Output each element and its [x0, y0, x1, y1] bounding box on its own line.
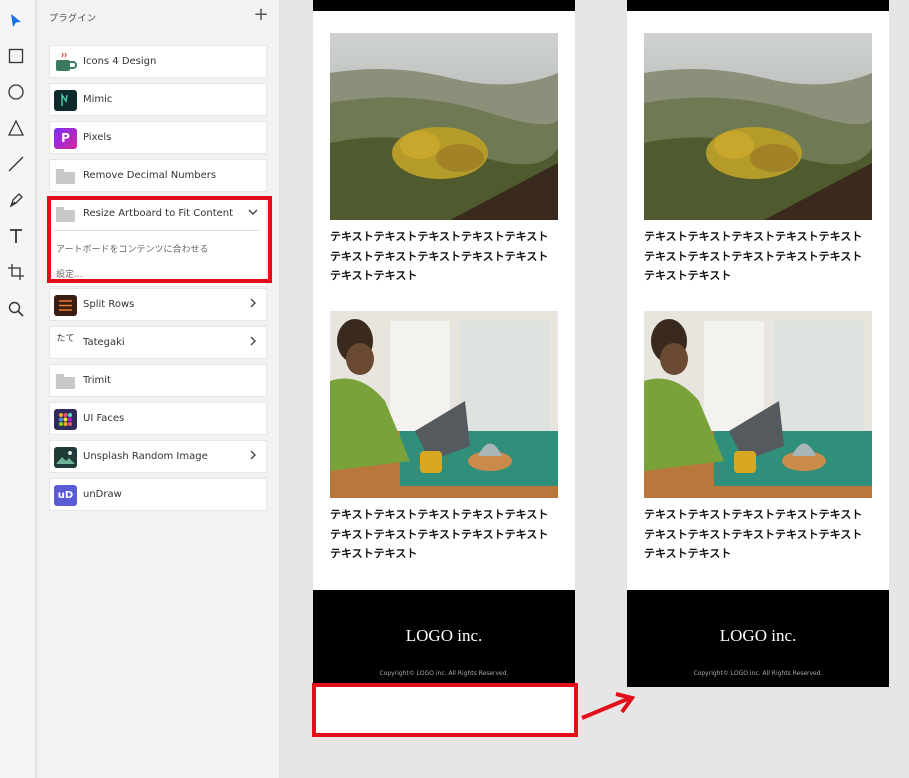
caption-text: テキストテキストテキストテキストテキストテキストテキストテキストテキストテキスト…: [330, 508, 549, 560]
header-bar: [313, 0, 575, 11]
text-icon[interactable]: [4, 224, 28, 248]
woman-laptop-photo: [644, 311, 872, 498]
plugin-ui-faces[interactable]: UI Faces: [49, 402, 267, 435]
arrow-icon: [581, 692, 636, 720]
plugin-mimic[interactable]: Mimic: [49, 83, 267, 116]
empty-area-highlight-box: [312, 683, 578, 737]
unsplash-icon: [54, 447, 77, 468]
settings-link[interactable]: 設定...: [56, 267, 83, 280]
line-icon[interactable]: [4, 152, 28, 176]
caption-text: テキストテキストテキストテキストテキストテキストテキストテキストテキストテキスト…: [644, 508, 863, 560]
plugin-name: Remove Decimal Numbers: [83, 170, 217, 181]
footer-logo: LOGO inc.: [405, 626, 483, 645]
plugin-unsplash-random-image[interactable]: Unsplash Random Image: [49, 440, 267, 473]
plugin-name: Mimic: [83, 94, 113, 105]
footer: LOGO inc. Copyright© LOGO inc. All Right…: [313, 590, 575, 687]
plugin-split-rows[interactable]: Split Rows: [49, 288, 267, 321]
artboard-after[interactable]: テキストテキストテキストテキストテキストテキストテキストテキストテキストテキスト…: [627, 0, 889, 687]
pixels-icon: P: [54, 128, 77, 149]
header-bar: [627, 0, 889, 11]
plugin-icons-4-design[interactable]: Icons 4 Design: [49, 45, 267, 78]
caption-text: テキストテキストテキストテキストテキストテキストテキストテキストテキストテキスト…: [644, 230, 863, 282]
plugin-trimit[interactable]: Trimit: [49, 364, 267, 397]
polygon-icon[interactable]: [4, 116, 28, 140]
chevron-right-icon[interactable]: [248, 297, 258, 311]
chevron-right-icon[interactable]: [248, 335, 258, 349]
plugin-remove-decimal-numbers[interactable]: Remove Decimal Numbers: [49, 159, 267, 192]
tool-bar: [0, 0, 36, 778]
select-icon[interactable]: [4, 9, 28, 33]
plugin-tategaki[interactable]: たて Tategaki: [49, 326, 267, 359]
plugin-name: Icons 4 Design: [83, 56, 157, 67]
artboard-icon[interactable]: [4, 260, 28, 284]
copyright-text: Copyright© LOGO inc. All Rights Reserved…: [693, 670, 823, 677]
plugin-resize-artboard[interactable]: Resize Artboard to Fit Content アートボードをコン…: [49, 197, 267, 287]
chevron-right-icon[interactable]: [248, 449, 258, 463]
mimic-icon: [54, 90, 77, 111]
add-plugin-button[interactable]: +: [253, 6, 269, 24]
footer: LOGO inc. Copyright© LOGO inc. All Right…: [627, 590, 889, 687]
plugin-name: Unsplash Random Image: [83, 451, 208, 462]
chevron-down-icon[interactable]: [248, 206, 258, 220]
footer-logo: LOGO inc.: [719, 626, 797, 645]
plugin-name: unDraw: [83, 489, 122, 500]
artboard-before[interactable]: テキストテキストテキストテキストテキストテキストテキストテキストテキストテキスト…: [313, 0, 575, 687]
divider: [54, 230, 260, 231]
plugin-name: Pixels: [83, 132, 112, 143]
undraw-icon: uD: [54, 485, 77, 506]
folder-icon: [54, 166, 77, 187]
rectangle-icon[interactable]: [4, 44, 28, 68]
plugin-pixels[interactable]: P Pixels: [49, 121, 267, 154]
panel-title: プラグイン: [49, 14, 97, 24]
plugin-undraw[interactable]: uD unDraw: [49, 478, 267, 511]
plugin-name: Split Rows: [83, 299, 135, 310]
copyright-text: Copyright© LOGO inc. All Rights Reserved…: [379, 670, 509, 677]
plugin-name: UI Faces: [83, 413, 125, 424]
landscape-photo: [644, 33, 872, 220]
ellipse-icon[interactable]: [4, 80, 28, 104]
folder-icon: [54, 204, 77, 225]
plugin-name: Tategaki: [83, 337, 125, 348]
coffee-cup-icon: [54, 52, 77, 73]
folder-icon: [54, 371, 77, 392]
woman-laptop-photo: [330, 311, 558, 498]
plugin-name: Trimit: [83, 375, 111, 386]
zoom-icon[interactable]: [4, 297, 28, 321]
pen-icon[interactable]: [4, 188, 28, 212]
landscape-photo: [330, 33, 558, 220]
plugins-panel: プラグイン + Icons 4 Design Mimic P Pixels Re…: [37, 0, 280, 778]
plugin-name: Resize Artboard to Fit Content: [83, 208, 234, 219]
split-rows-icon: [54, 295, 77, 316]
ui-faces-icon: [54, 409, 77, 430]
tategaki-icon: たて: [56, 334, 75, 344]
caption-text: テキストテキストテキストテキストテキストテキストテキストテキストテキストテキスト…: [330, 230, 549, 282]
fit-content-action[interactable]: アートボードをコンテンツに合わせる: [56, 242, 208, 255]
